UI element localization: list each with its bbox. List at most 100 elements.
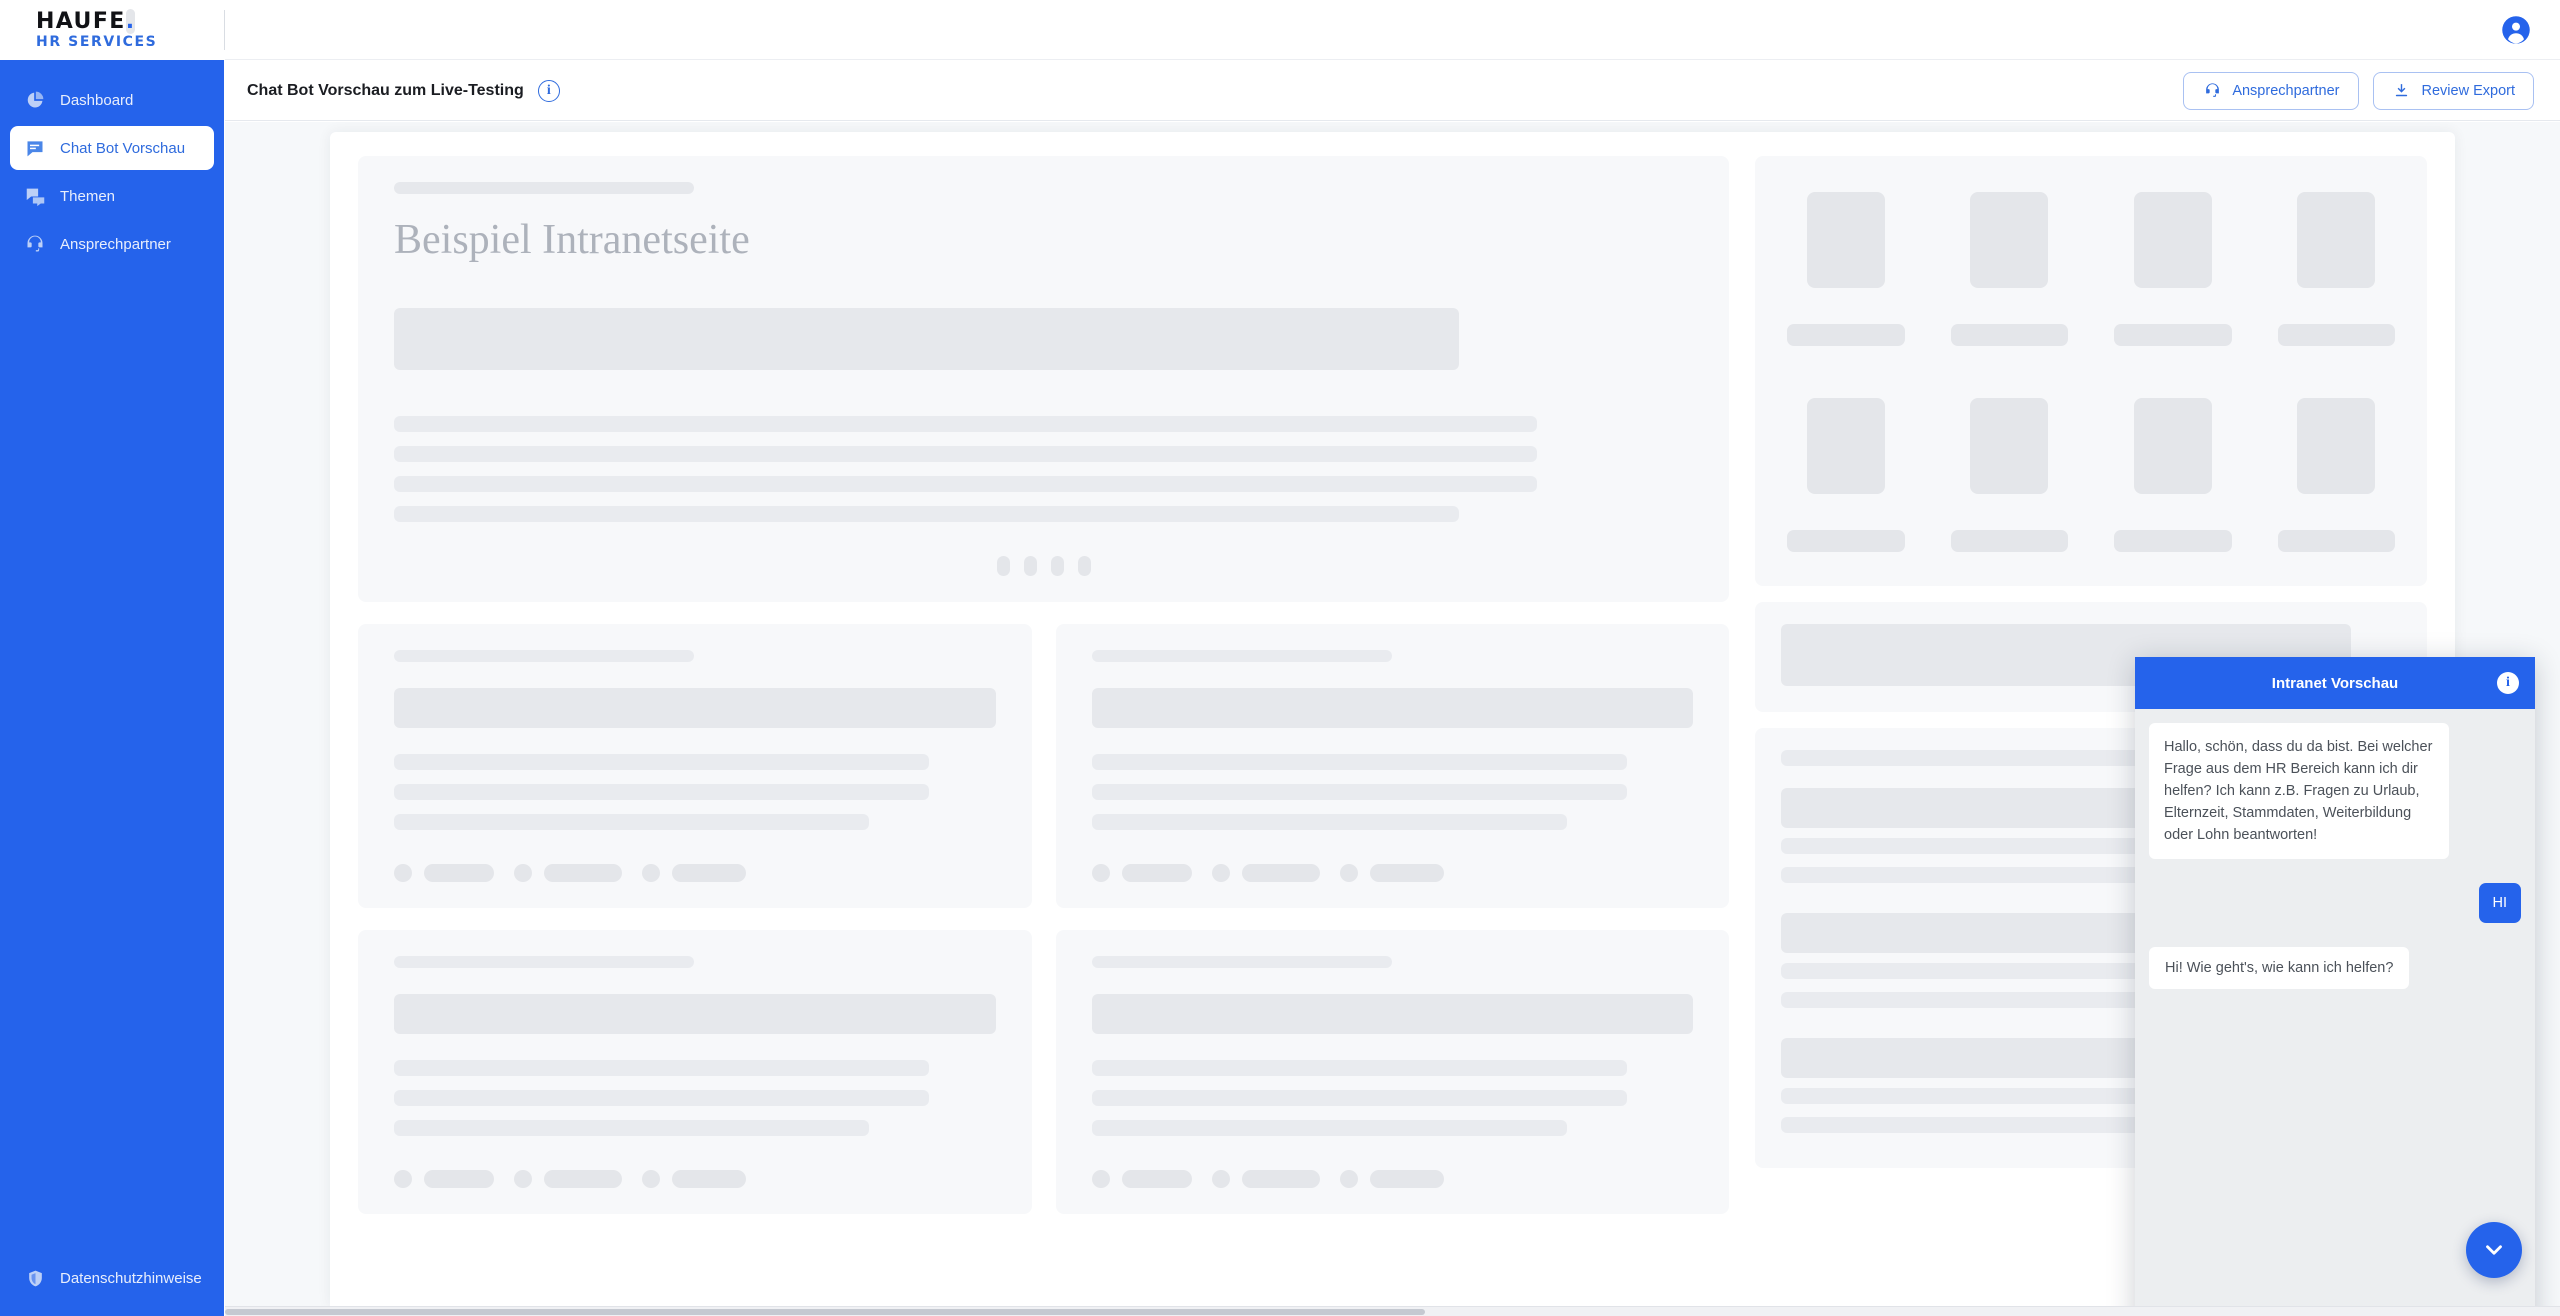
sidebar-footer: Datenschutzhinweise <box>0 1258 224 1316</box>
logo-dot: . <box>125 9 136 34</box>
skeleton-caption <box>1950 324 2068 346</box>
skeleton-line <box>394 814 870 830</box>
user-avatar-icon[interactable] <box>2498 12 2534 48</box>
skeleton-chip <box>1121 864 1192 882</box>
skeleton-eyebrow <box>1091 956 1392 968</box>
preview-main-column: Beispiel Intranetseite <box>358 156 1729 1282</box>
chat-header: Intranet Vorschau i <box>2135 657 2535 709</box>
info-circle-icon[interactable]: i <box>2497 672 2519 694</box>
skeleton-box <box>1091 994 1693 1034</box>
logo-secondary: HR SERVICES <box>36 34 158 50</box>
skeleton-chip <box>424 1170 494 1188</box>
horizontal-scrollbar[interactable] <box>225 1306 2560 1316</box>
sidebar-footer-label: Datenschutzhinweise <box>60 1269 202 1287</box>
carousel-dot[interactable] <box>996 556 1010 576</box>
skeleton-tile <box>1771 378 1921 570</box>
chat-message-bot: Hi! Wie geht's, wie kann ich helfen? <box>2149 947 2410 990</box>
skeleton-line <box>394 1090 930 1106</box>
skeleton-chip-dot <box>514 864 532 882</box>
hero-panel: Beispiel Intranetseite <box>358 156 1729 602</box>
skeleton-chip <box>544 864 622 882</box>
review-export-button[interactable]: Review Export <box>2372 71 2534 110</box>
skeleton-line <box>1091 754 1627 770</box>
skeleton-box <box>394 994 996 1034</box>
carousel-dot[interactable] <box>1077 556 1091 576</box>
sidebar-nav: Dashboard Chat Bot Vorschau Themen Anspr… <box>0 60 224 1258</box>
skeleton-line <box>1091 1060 1627 1076</box>
skeleton-chip-dot <box>1091 864 1110 882</box>
skeleton-chip <box>544 1170 622 1188</box>
sidebar-item-themen[interactable]: Themen <box>10 174 214 218</box>
skeleton-box <box>1091 688 1693 728</box>
sidebar-item-ansprechpartner[interactable]: Ansprechpartner <box>10 222 214 266</box>
brand-logo[interactable]: HAUFE. HR SERVICES <box>0 0 224 60</box>
skeleton-card <box>1055 930 1729 1214</box>
skeleton-card <box>358 624 1032 908</box>
skeleton-eyebrow <box>394 956 694 968</box>
carousel-dots[interactable] <box>394 556 1693 576</box>
skeleton-line <box>394 476 1538 492</box>
sidebar-item-chat-bot-vorschau[interactable]: Chat Bot Vorschau <box>10 126 214 170</box>
tile-grid-panel <box>1755 156 2427 586</box>
skeleton-chip <box>672 1170 746 1188</box>
chat-bubble-icon <box>24 137 46 159</box>
skeleton-caption <box>2114 530 2232 552</box>
skeleton-chip-dot <box>394 864 412 882</box>
chat-message-bot: Hallo, schön, dass du da bist. Bei welch… <box>2149 723 2449 860</box>
skeleton-line <box>394 416 1538 432</box>
button-label: Ansprechpartner <box>2232 82 2340 99</box>
pie-chart-icon <box>24 89 46 111</box>
skeleton-line <box>394 1060 930 1076</box>
skeleton-line <box>1091 1090 1627 1106</box>
page-subheader: Chat Bot Vorschau zum Live-Testing i Ans… <box>225 61 2560 121</box>
carousel-dot[interactable] <box>1023 556 1037 576</box>
chat-bubbles-icon <box>24 185 46 207</box>
skeleton-tile <box>1934 172 2084 364</box>
skeleton-chip <box>1241 864 1320 882</box>
skeleton-line <box>1091 784 1627 800</box>
skeleton-thumb <box>1970 398 2049 494</box>
skeleton-thumb <box>1806 398 1885 494</box>
skeleton-line <box>394 1120 870 1136</box>
skeleton-tile <box>2261 172 2411 364</box>
logo-text: HAUFE. HR SERVICES <box>36 9 158 50</box>
top-bar <box>225 0 2560 60</box>
chat-widget: Intranet Vorschau i Hallo, schön, dass d… <box>2135 657 2535 1306</box>
carousel-dot[interactable] <box>1050 556 1064 576</box>
skeleton-chip-dot <box>514 1170 532 1188</box>
skeleton-chip <box>672 864 746 882</box>
skeleton-chip-dot <box>1211 1170 1230 1188</box>
shield-icon <box>24 1267 46 1289</box>
skeleton-line <box>1091 1120 1567 1136</box>
app-root: HAUFE. HR SERVICES Dashboard Chat Bot Vo… <box>0 0 2560 1316</box>
card-row-1 <box>358 624 1729 908</box>
tile-grid <box>1771 172 2411 570</box>
sidebar-item-dashboard[interactable]: Dashboard <box>10 78 214 122</box>
chevron-down-icon <box>2486 1245 2502 1255</box>
scrollbar-thumb[interactable] <box>225 1309 1425 1315</box>
skeleton-chip-dot <box>642 1170 660 1188</box>
skeleton-chip <box>1121 1170 1192 1188</box>
skeleton-chip-dot <box>1339 864 1358 882</box>
info-circle-icon[interactable]: i <box>537 79 560 102</box>
logo-divider <box>224 10 225 50</box>
ansprechpartner-button[interactable]: Ansprechpartner <box>2183 71 2359 110</box>
skeleton-thumb <box>1970 192 2049 288</box>
sidebar-item-label: Themen <box>60 187 116 205</box>
skeleton-line <box>394 754 930 770</box>
skeleton-chip <box>1241 1170 1320 1188</box>
headset-icon <box>2202 81 2222 101</box>
sidebar-item-label: Chat Bot Vorschau <box>60 139 186 157</box>
skeleton-chip <box>1369 1170 1444 1188</box>
chat-toggle-button[interactable] <box>2466 1222 2522 1278</box>
skeleton-tile <box>2098 378 2248 570</box>
sidebar-item-datenschutzhinweise[interactable]: Datenschutzhinweise <box>0 1258 224 1298</box>
skeleton-caption <box>1950 530 2068 552</box>
skeleton-chip <box>424 864 494 882</box>
skeleton-chip-row <box>394 1170 996 1188</box>
skeleton-caption <box>1787 324 1905 346</box>
skeleton-caption <box>2114 324 2232 346</box>
skeleton-chip-dot <box>1339 1170 1358 1188</box>
skeleton-thumb <box>2133 398 2212 494</box>
skeleton-caption <box>2277 324 2395 346</box>
